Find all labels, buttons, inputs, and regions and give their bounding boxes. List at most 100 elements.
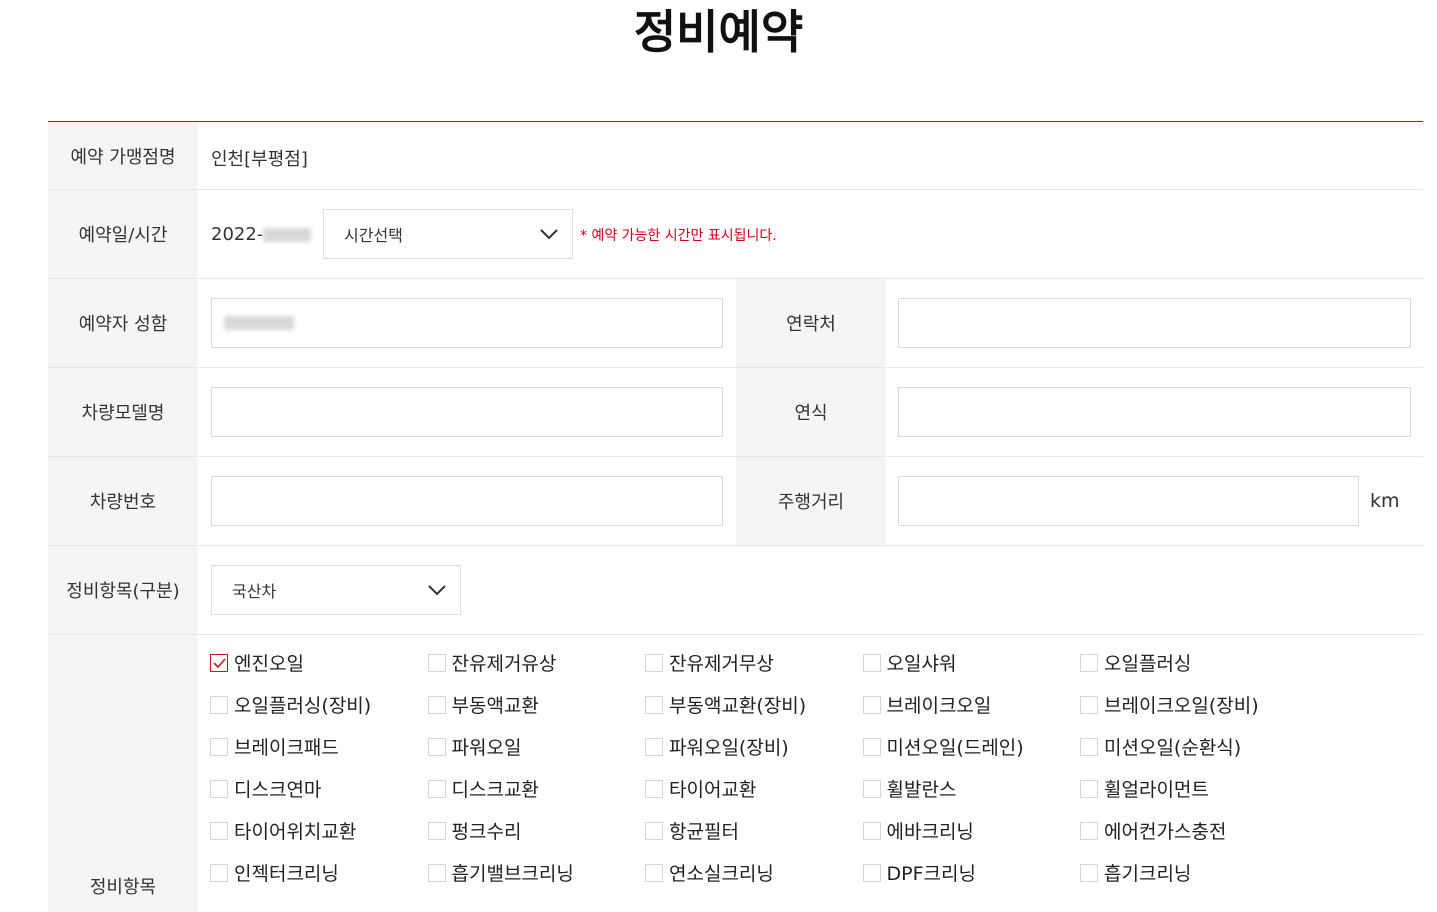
- checkbox-checked[interactable]: [210, 653, 228, 672]
- mileage-input[interactable]: [898, 476, 1359, 526]
- checkbox[interactable]: [1080, 695, 1098, 714]
- checkbox[interactable]: [427, 779, 446, 798]
- service-item-label: 브레이크패드: [234, 737, 339, 759]
- datetime-label: 예약일/시간: [48, 190, 198, 278]
- service-item[interactable]: 휠얼라이먼트: [1080, 777, 1298, 801]
- service-item[interactable]: 파워오일: [427, 735, 646, 759]
- checkbox[interactable]: [1080, 653, 1098, 672]
- service-item[interactable]: 미션오일(순환식): [1080, 735, 1298, 759]
- checkbox[interactable]: [645, 695, 663, 714]
- time-select-value: 시간선택: [344, 226, 403, 245]
- checkbox[interactable]: [645, 653, 663, 672]
- checkbox[interactable]: [210, 863, 228, 882]
- service-item[interactable]: DPF크리닝: [862, 861, 1081, 885]
- service-item[interactable]: 부동액교환(장비): [645, 693, 863, 717]
- service-item[interactable]: 브레이크오일: [862, 693, 1081, 717]
- service-item-label: 디스크교환: [451, 779, 539, 801]
- contact-input[interactable]: [898, 298, 1411, 348]
- store-value: 인천[부평점]: [211, 149, 308, 170]
- service-item[interactable]: 잔유제거무상: [645, 651, 863, 675]
- service-item-label: 항균필터: [669, 821, 739, 843]
- service-item-label: 흡기밸브크리닝: [451, 863, 574, 885]
- car-number-input[interactable]: [211, 476, 723, 526]
- service-item-label: 엔진오일: [234, 653, 304, 675]
- name-input[interactable]: [211, 298, 723, 348]
- checkbox[interactable]: [862, 695, 881, 714]
- checkbox[interactable]: [1080, 821, 1098, 840]
- service-item-label: 브레이크오일: [886, 695, 992, 717]
- reservation-form: 예약 가맹점명 인천[부평점] 예약일/시간 2022- 시간선택 * 예약 가…: [48, 121, 1423, 912]
- checkbox[interactable]: [210, 821, 228, 840]
- category-select-value: 국산차: [232, 582, 277, 601]
- date-prefix: 2022-: [211, 224, 264, 245]
- checkbox[interactable]: [427, 863, 446, 882]
- service-item[interactable]: 파워오일(장비): [645, 735, 863, 759]
- time-notice: * 예약 가능한 시간만 표시됩니다.: [580, 228, 777, 244]
- service-item[interactable]: 펑크수리: [427, 819, 646, 843]
- store-row: 예약 가맹점명 인천[부평점]: [48, 122, 1423, 190]
- service-item-label: 부동액교환: [451, 695, 539, 717]
- service-item[interactable]: 잔유제거유상: [427, 651, 646, 675]
- service-item[interactable]: 타이어위치교환: [210, 819, 428, 843]
- service-item[interactable]: 디스크연마: [210, 777, 428, 801]
- checkbox[interactable]: [645, 863, 663, 882]
- service-item-label: 잔유제거무상: [669, 653, 774, 675]
- service-item[interactable]: 오일플러싱(장비): [210, 693, 428, 717]
- service-item[interactable]: 항균필터: [645, 819, 863, 843]
- service-item-label: 파워오일(장비): [669, 737, 789, 759]
- service-items-label: 정비항목: [48, 635, 198, 912]
- service-item[interactable]: 오일플러싱: [1080, 651, 1298, 675]
- service-item[interactable]: 엔진오일: [210, 651, 428, 675]
- checkbox[interactable]: [210, 779, 228, 798]
- checkbox[interactable]: [862, 863, 881, 882]
- checkbox[interactable]: [1080, 863, 1098, 882]
- checkbox[interactable]: [1080, 779, 1098, 798]
- service-item[interactable]: 미션오일(드레인): [862, 735, 1081, 759]
- category-select[interactable]: 국산차: [211, 565, 461, 615]
- name-redacted: [224, 316, 294, 330]
- service-item[interactable]: 브레이크오일(장비): [1080, 693, 1298, 717]
- service-item-label: 잔유제거유상: [451, 653, 557, 675]
- service-item-label: 인젝터크리닝: [234, 863, 339, 885]
- checkbox[interactable]: [862, 737, 881, 756]
- service-item-label: 펑크수리: [451, 821, 522, 843]
- car-number-label: 차량번호: [48, 457, 198, 545]
- checkbox[interactable]: [862, 653, 881, 672]
- checkbox[interactable]: [427, 695, 446, 714]
- service-item[interactable]: 타이어교환: [645, 777, 863, 801]
- service-item[interactable]: 연소실크리닝: [645, 861, 863, 885]
- checkbox[interactable]: [427, 821, 446, 840]
- service-item[interactable]: 휠발란스: [862, 777, 1081, 801]
- checkbox[interactable]: [1080, 737, 1098, 756]
- time-select[interactable]: 시간선택: [323, 209, 573, 259]
- checkbox[interactable]: [645, 737, 663, 756]
- service-item[interactable]: 에바크리닝: [862, 819, 1081, 843]
- checkbox[interactable]: [862, 779, 881, 798]
- service-item[interactable]: 오일샤워: [862, 651, 1081, 675]
- checkbox[interactable]: [210, 737, 228, 756]
- car-year-input[interactable]: [898, 387, 1411, 437]
- service-item[interactable]: 부동액교환: [427, 693, 646, 717]
- service-item[interactable]: 흡기크리닝: [1080, 861, 1298, 885]
- service-item[interactable]: 브레이크패드: [210, 735, 428, 759]
- service-item[interactable]: 디스크교환: [427, 777, 646, 801]
- service-item-label: 에어컨가스충전: [1104, 821, 1227, 843]
- checkbox[interactable]: [862, 821, 881, 840]
- service-item[interactable]: 인젝터크리닝: [210, 861, 428, 885]
- checkbox[interactable]: [427, 653, 446, 672]
- reservation-date[interactable]: 2022-: [211, 224, 312, 245]
- chevron-down-icon: [428, 585, 446, 596]
- service-item-label: 에바크리닝: [886, 821, 974, 843]
- service-item-label: 디스크연마: [234, 779, 322, 801]
- service-items-grid: 엔진오일 잔유제거유상 잔유제거무상 오일샤워 오일플러싱오일플러싱(장비) 부동액교환 부…: [210, 651, 1410, 885]
- service-item-label: 미션오일(순환식): [1104, 737, 1242, 759]
- checkbox[interactable]: [427, 737, 446, 756]
- checkbox[interactable]: [210, 695, 228, 714]
- service-item-label: 휠발란스: [886, 779, 957, 801]
- car-model-input[interactable]: [211, 387, 723, 437]
- service-item[interactable]: 에어컨가스충전: [1080, 819, 1298, 843]
- checkbox[interactable]: [645, 821, 663, 840]
- checkbox[interactable]: [645, 779, 663, 798]
- category-label: 정비항목(구분): [48, 546, 198, 634]
- service-item[interactable]: 흡기밸브크리닝: [427, 861, 646, 885]
